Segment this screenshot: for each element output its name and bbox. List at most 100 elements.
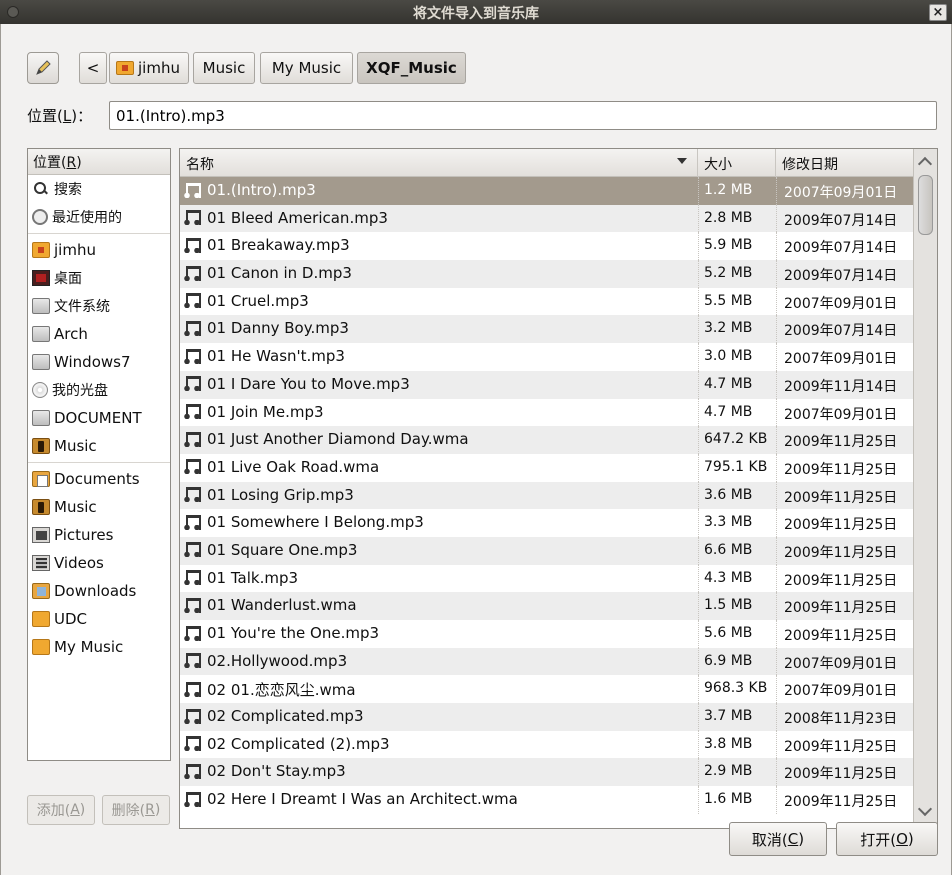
column-divider: [776, 204, 777, 233]
place-item-my-music[interactable]: My Music: [28, 633, 170, 661]
file-row[interactable]: 01 Bleed American.mp3 2.8 MB 2009年07月14日: [180, 204, 913, 233]
column-header-name[interactable]: 名称: [180, 149, 698, 177]
file-row[interactable]: 01 He Wasn't.mp3 3.0 MB 2007年09月01日: [180, 343, 913, 371]
place-item-music[interactable]: Music: [28, 432, 170, 460]
column-header-size[interactable]: 大小: [698, 149, 776, 177]
recent-icon: [32, 209, 48, 225]
file-row[interactable]: 01 You're the One.mp3 5.6 MB 2009年11月25日: [180, 620, 913, 648]
place-item-document[interactable]: DOCUMENT: [28, 404, 170, 432]
place-item-udc[interactable]: UDC: [28, 605, 170, 633]
file-row[interactable]: 01 Talk.mp3 4.3 MB 2009年11月25日: [180, 564, 913, 593]
file-row[interactable]: 02 Don't Stay.mp3 2.9 MB 2009年11月25日: [180, 758, 913, 787]
path-crumb-jimhu[interactable]: jimhu: [109, 52, 189, 84]
file-name-cell: 02 Don't Stay.mp3: [184, 762, 346, 780]
file-date: 2009年11月25日: [784, 600, 898, 617]
location-input[interactable]: [109, 101, 937, 130]
column-divider: [698, 453, 699, 482]
path-crumb-label: jimhu: [138, 59, 180, 77]
file-name: 01 I Dare You to Move.mp3: [207, 374, 410, 393]
file-row[interactable]: 02 01.恋恋风尘.wma 968.3 KB 2007年09月01日: [180, 675, 913, 704]
file-row[interactable]: 01 Danny Boy.mp3 3.2 MB 2009年07月14日: [180, 315, 913, 344]
file-date: 2009年11月25日: [784, 544, 898, 561]
file-list-header: 名称 大小 修改日期: [180, 149, 913, 177]
file-row[interactable]: 02 Here I Dreamt I Was an Architect.wma 1…: [180, 786, 913, 814]
path-crumb-music[interactable]: Music: [193, 52, 255, 84]
file-name-cell: 01 Losing Grip.mp3: [184, 486, 354, 504]
music-file-icon: [184, 486, 201, 503]
place-item-搜索[interactable]: 搜索: [28, 175, 170, 203]
file-size: 795.1 KB: [704, 458, 768, 475]
music-file-icon: [184, 791, 201, 808]
file-size: 5.6 MB: [704, 625, 753, 641]
home-folder-icon: [116, 61, 134, 75]
file-name-cell: 01 Cruel.mp3: [184, 292, 309, 310]
file-row[interactable]: 01 Square One.mp3 6.6 MB 2009年11月25日: [180, 536, 913, 565]
column-divider: [776, 786, 777, 814]
open-button[interactable]: 打开(O): [836, 822, 938, 856]
file-row[interactable]: 01 Join Me.mp3 4.7 MB 2007年09月01日: [180, 398, 913, 427]
file-size: 5.9 MB: [704, 237, 753, 254]
column-divider: [776, 592, 777, 620]
music-file-icon: [184, 681, 201, 698]
file-row[interactable]: 01 Canon in D.mp3 5.2 MB 2009年07月14日: [180, 260, 913, 288]
place-item-music[interactable]: Music: [28, 493, 170, 521]
file-size: 3.8 MB: [704, 735, 753, 752]
file-name-cell: 01 Somewhere I Belong.mp3: [184, 513, 424, 531]
path-crumb-xqf-music[interactable]: XQF_Music: [357, 52, 466, 84]
place-item-videos[interactable]: Videos: [28, 549, 170, 577]
file-date: 2009年11月25日: [784, 794, 898, 811]
place-item-jimhu[interactable]: jimhu: [28, 236, 170, 264]
file-size: 3.6 MB: [704, 486, 753, 503]
file-row[interactable]: 02.Hollywood.mp3 6.9 MB 2007年09月01日: [180, 647, 913, 676]
column-header-date[interactable]: 修改日期: [776, 149, 913, 177]
music-file-icon: [184, 458, 201, 475]
file-date: 2009年11月25日: [784, 461, 898, 478]
place-item-label: 搜索: [54, 182, 82, 198]
cancel-button[interactable]: 取消(C): [729, 822, 827, 856]
file-row[interactable]: 01 Somewhere I Belong.mp3 3.3 MB 2009年11月2…: [180, 509, 913, 537]
path-crumb-my-music[interactable]: My Music: [260, 52, 353, 84]
file-row[interactable]: 02 Complicated (2).mp3 3.8 MB 2009年11月25日: [180, 730, 913, 759]
scroll-up-icon[interactable]: [917, 156, 933, 172]
place-item-文件系统[interactable]: 文件系统: [28, 292, 170, 320]
add-bookmark-button[interactable]: 添加(A): [27, 795, 95, 825]
column-divider: [698, 509, 699, 537]
file-name: 02 Complicated.mp3: [207, 707, 364, 726]
file-row[interactable]: 01 Live Oak Road.wma 795.1 KB 2009年11月25日: [180, 453, 913, 482]
file-row[interactable]: 01 Cruel.mp3 5.5 MB 2007年09月01日: [180, 287, 913, 316]
place-item-documents[interactable]: Documents: [28, 465, 170, 493]
file-name-cell: 01 Join Me.mp3: [184, 403, 324, 421]
column-divider: [776, 509, 777, 537]
remove-bookmark-button[interactable]: 删除(R): [102, 795, 170, 825]
close-button[interactable]: ×: [929, 4, 947, 21]
file-row[interactable]: 01 Losing Grip.mp3 3.6 MB 2009年11月25日: [180, 481, 913, 510]
file-date: 2007年09月01日: [784, 295, 898, 312]
vertical-scrollbar[interactable]: [913, 149, 937, 828]
scrollbar-thumb[interactable]: [918, 175, 933, 235]
places-header[interactable]: 位置(R): [28, 149, 170, 175]
file-row[interactable]: 01 I Dare You to Move.mp3 4.7 MB 2009年11月1…: [180, 370, 913, 399]
file-name-cell: 01 Talk.mp3: [184, 569, 298, 587]
edit-location-button[interactable]: [27, 52, 59, 84]
file-row[interactable]: 01 Breakaway.mp3 5.9 MB 2009年07月14日: [180, 232, 913, 261]
music-file-icon: [184, 597, 201, 614]
place-item-downloads[interactable]: Downloads: [28, 577, 170, 605]
column-divider: [776, 232, 777, 261]
path-back-button[interactable]: <: [79, 52, 107, 84]
place-item-桌面[interactable]: 桌面: [28, 264, 170, 292]
file-date: 2009年11月25日: [784, 738, 898, 755]
column-divider: [776, 370, 777, 399]
place-item-我的光盘[interactable]: 我的光盘: [28, 376, 170, 404]
place-item-pictures[interactable]: Pictures: [28, 521, 170, 549]
column-divider: [698, 287, 699, 316]
file-row[interactable]: 02 Complicated.mp3 3.7 MB 2008年11月23日: [180, 703, 913, 731]
file-row[interactable]: 01 Wanderlust.wma 1.5 MB 2009年11月25日: [180, 592, 913, 620]
scroll-down-icon[interactable]: [917, 801, 933, 817]
file-row[interactable]: 01.(Intro).mp3 1.2 MB 2007年09月01日: [180, 177, 913, 205]
place-item-最近使用的[interactable]: 最近使用的: [28, 203, 170, 231]
file-row[interactable]: 01 Just Another Diamond Day.wma 647.2 KB 2…: [180, 426, 913, 454]
place-item-windows7[interactable]: Windows7: [28, 348, 170, 376]
file-name: 02 01.恋恋风尘.wma: [207, 681, 356, 700]
column-divider: [776, 453, 777, 482]
place-item-arch[interactable]: Arch: [28, 320, 170, 348]
